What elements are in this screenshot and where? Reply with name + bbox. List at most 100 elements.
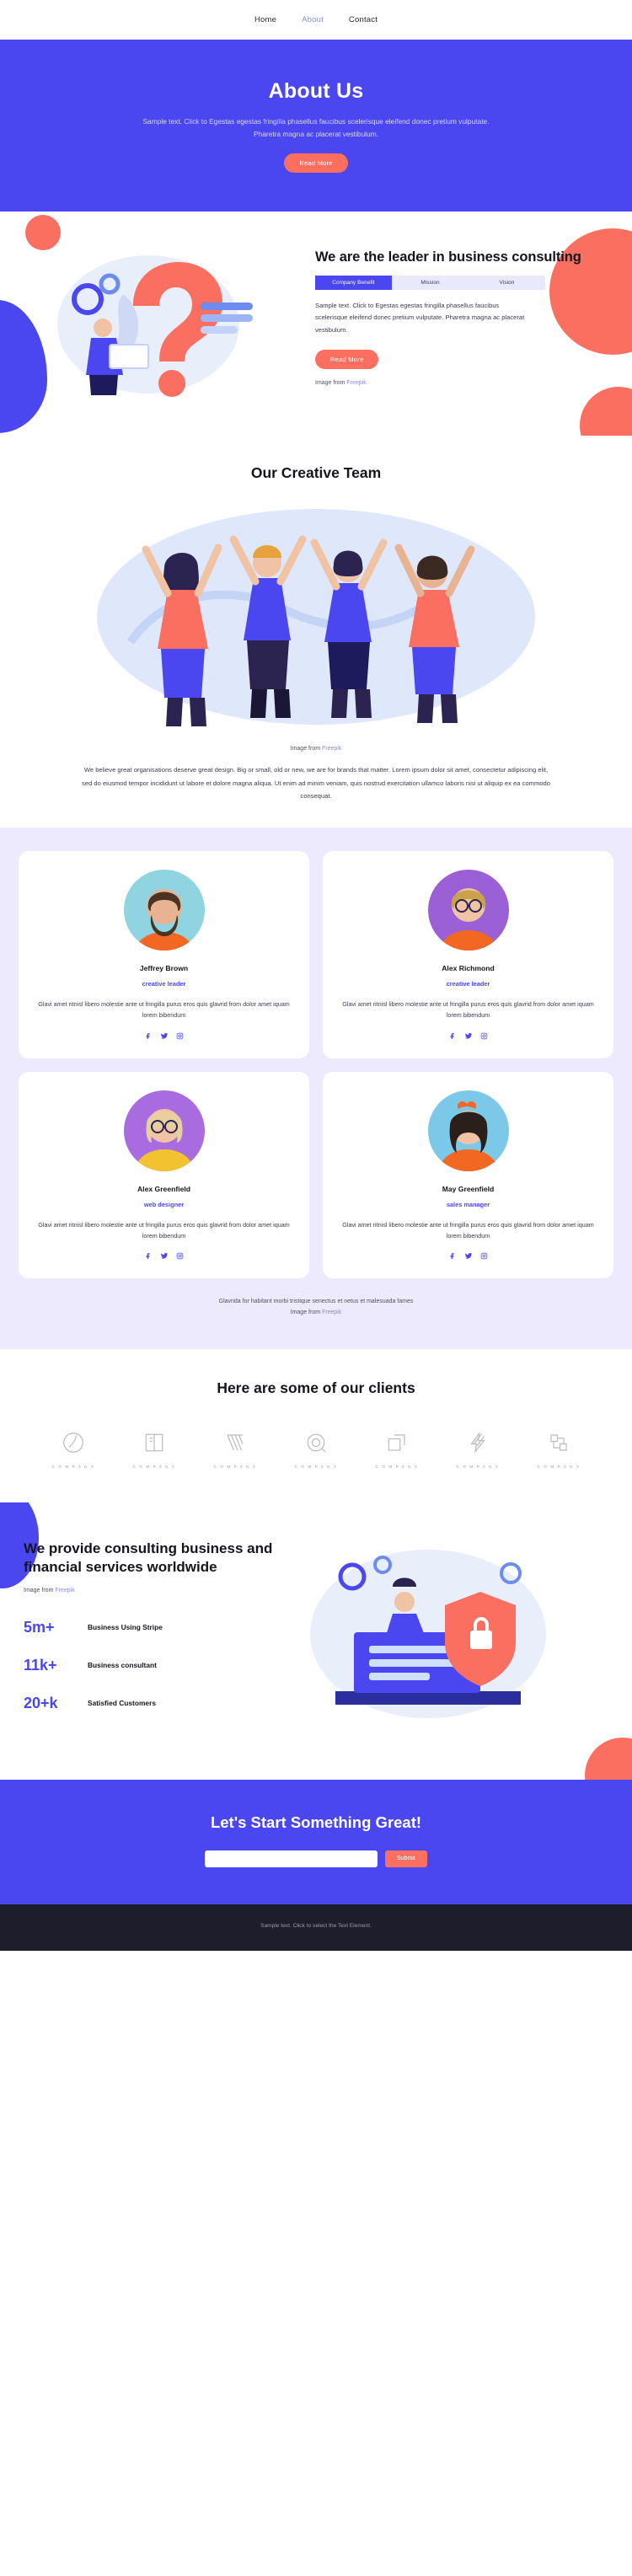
brackets-logo-icon [524,1426,593,1459]
members-footer-note: Glavrida for habitant morbi tristique se… [19,1278,613,1341]
email-input[interactable] [205,1850,378,1867]
instagram-icon[interactable] [480,1252,488,1261]
credit-prefix: Image from [290,1309,322,1316]
stat-label: Business Using Stripe [88,1623,163,1632]
tab-vision[interactable]: Vision [469,276,545,290]
stat-value: 5m+ [24,1618,55,1636]
stat-item: 11k+ Business consultant [24,1657,302,1674]
twitter-icon[interactable] [160,1252,169,1261]
decor-coral-blob [585,1737,632,1780]
leader-section: We are the leader in business consulting… [0,212,632,436]
book-logo-icon [120,1426,189,1459]
client-logos-row: C O M P A N Y C O M P A N Y C O M P A N … [0,1426,632,1469]
team-members-grid: Jeffrey Brown creative leader Glavi amet… [19,850,613,1279]
member-role: creative leader [142,979,186,988]
leader-read-more-button[interactable]: Read More [315,350,379,370]
client-logo-caption: C O M P A N Y [51,1465,95,1470]
tab-mission[interactable]: Mission [392,276,469,290]
circle-swirl-logo-icon [39,1426,108,1459]
submit-button[interactable]: Submit [385,1850,427,1867]
facebook-icon[interactable] [145,1032,153,1042]
client-logo-caption: C O M P A N Y [537,1465,581,1470]
team-illustration [0,485,632,740]
freepik-link[interactable]: Freepik [322,746,341,752]
stat-label: Business consultant [88,1661,157,1670]
client-logo-item[interactable]: C O M P A N Y [201,1426,270,1469]
client-logo-item[interactable]: C O M P A N Y [524,1426,593,1469]
member-description: Glavi amet ritnisl libero molestie ante … [342,1220,594,1240]
credit-prefix: Image from [290,746,322,752]
page-root: Home About Contact About Us Sample text.… [0,0,632,1951]
cta-heading: Let's Start Something Great! [210,1813,422,1831]
client-logo-item[interactable]: C O M P A N Y [362,1426,431,1469]
tab-company-benefit[interactable]: Company Benefit [315,276,392,291]
nav-item-about[interactable]: About [302,15,324,24]
member-description: Glavi amet ritnisl libero molestie ante … [342,999,594,1020]
question-mark-illustration [22,233,300,402]
facebook-icon[interactable] [449,1252,457,1261]
facebook-icon[interactable] [145,1252,153,1261]
freepik-link[interactable]: Freepik [322,1309,341,1315]
client-logo-item[interactable]: C O M P A N Y [443,1426,512,1469]
member-description: Glavi amet ritnisl libero molestie ante … [38,1220,290,1240]
client-logo-item[interactable]: C O M P A N Y [120,1426,189,1469]
member-role: sales manager [446,1200,490,1208]
team-member-card: May Greenfield sales manager Glavi amet … [323,1071,613,1279]
members-footer-line: Glavrida for habitant morbi tristique se… [218,1299,414,1305]
ring-logo-icon [281,1426,351,1459]
bolt-logo-icon [443,1426,512,1459]
subscribe-form: Submit [0,1850,632,1867]
member-name: Alex Greenfield [137,1184,191,1193]
member-social-links [32,1252,296,1261]
member-name: May Greenfield [442,1184,495,1193]
hero-read-more-button[interactable]: Read More [284,153,348,174]
team-paragraph: We believe great organisations deserve g… [82,766,550,800]
avatar [427,1090,509,1171]
twitter-icon[interactable] [464,1252,473,1261]
instagram-icon[interactable] [176,1032,184,1042]
member-social-links [336,1032,600,1042]
facebook-icon[interactable] [449,1032,457,1042]
team-image-credit: Image from Freepik [0,739,632,752]
team-member-card: Alex Richmond creative leader Glavi amet… [323,850,613,1058]
stat-item: 5m+ Business Using Stripe [24,1619,302,1636]
provide-section: We provide consulting business and finan… [0,1502,632,1780]
provide-heading: We provide consulting business and finan… [24,1540,273,1575]
leader-tabs: Company Benefit Mission Vision [315,276,545,291]
stat-label: Satisfied Customers [88,1699,156,1708]
team-member-card: Alex Greenfield web designer Glavi amet … [19,1071,309,1279]
cta-section: Let's Start Something Great! Submit [0,1779,632,1904]
nav-item-contact[interactable]: Contact [349,15,378,24]
lines-logo-icon [201,1426,270,1459]
member-role: creative leader [446,979,490,988]
provide-image-credit: Image from Freepik [24,1588,302,1593]
client-logo-caption: C O M P A N Y [132,1465,176,1470]
leader-image-credit: Image from Freepik [315,380,610,386]
twitter-icon[interactable] [464,1032,473,1042]
credit-prefix: Image from [315,380,347,387]
client-logo-item[interactable]: C O M P A N Y [39,1426,108,1469]
hero-subtitle: Sample text. Click to Egestas egestas fr… [142,117,490,138]
instagram-icon[interactable] [480,1032,488,1042]
security-illustration [302,1540,608,1733]
leader-body-text: Sample text. Click to Egestas egestas fr… [315,302,525,334]
page-title: About Us [268,79,364,103]
leader-heading: We are the leader in business consulting [315,249,581,265]
client-logo-caption: C O M P A N Y [294,1465,338,1470]
clients-heading: Here are some of our clients [217,1379,415,1397]
twitter-icon[interactable] [160,1032,169,1042]
client-logo-caption: C O M P A N Y [375,1465,419,1470]
freepik-link[interactable]: Freepik [346,380,366,386]
instagram-icon[interactable] [176,1252,184,1261]
client-logo-caption: C O M P A N Y [456,1465,500,1470]
nav-item-home[interactable]: Home [254,15,276,24]
members-footer-credit: Image from Freepik [19,1308,613,1319]
client-logo-item[interactable]: C O M P A N Y [281,1426,351,1469]
square-arrow-logo-icon [362,1426,431,1459]
freepik-link[interactable]: Freepik [55,1588,74,1593]
member-description: Glavi amet ritnisl libero molestie ante … [38,999,290,1020]
footer-text: Sample text. Click to select the Text El… [260,1922,372,1929]
member-role: web designer [143,1200,185,1208]
stat-item: 20+k Satisfied Customers [24,1695,302,1712]
client-logo-caption: C O M P A N Y [213,1465,257,1470]
